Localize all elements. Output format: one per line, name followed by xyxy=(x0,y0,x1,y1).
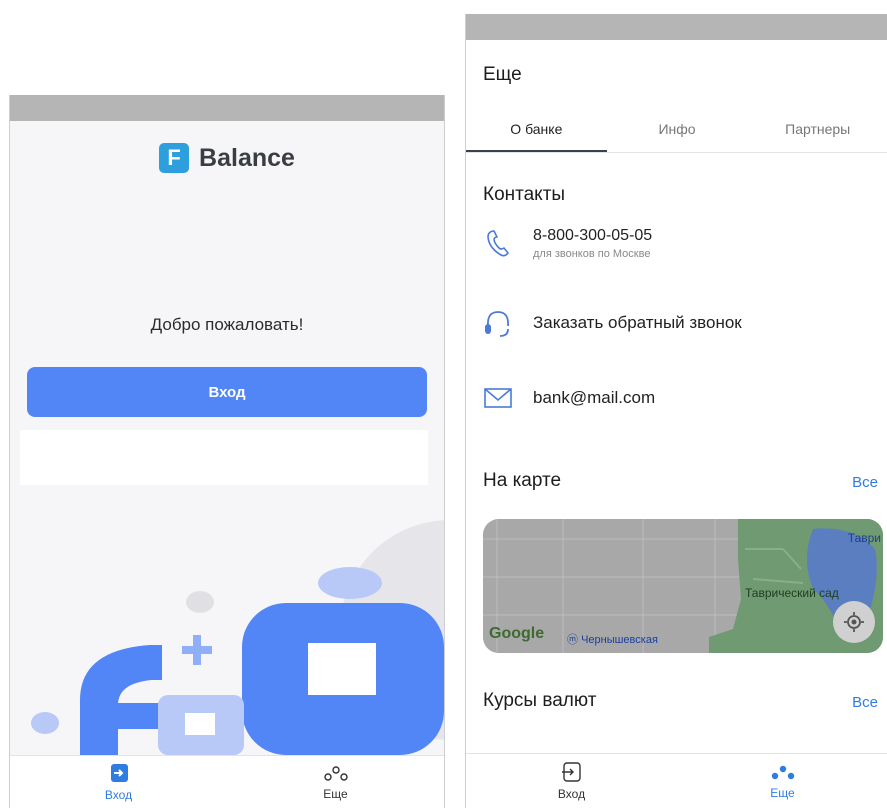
locate-me-button[interactable] xyxy=(833,601,875,643)
status-bar xyxy=(466,14,887,40)
more-screen: Еще О банке Инфо Партнеры Контакты 8-800… xyxy=(465,14,887,808)
bottom-navigation: Вход Еще xyxy=(466,753,887,808)
welcome-illustration xyxy=(31,520,444,755)
phone-note: для звонков по Москве xyxy=(533,247,651,260)
rates-see-all-link[interactable]: Все xyxy=(852,694,878,711)
nav-item-more[interactable]: Еще xyxy=(677,754,887,808)
nav-label-more: Еще xyxy=(323,787,348,801)
brand-name: Balance xyxy=(199,143,295,172)
brand-logo-icon: F xyxy=(159,143,190,173)
login-icon xyxy=(110,764,128,782)
map-street-label: Таври xyxy=(847,531,881,545)
rates-title: Курсы валют xyxy=(483,690,597,711)
more-icon xyxy=(771,765,794,780)
nav-item-more[interactable]: Еще xyxy=(227,756,444,808)
brand-header: F Balance xyxy=(10,143,444,173)
tab-info[interactable]: Инфо xyxy=(607,112,748,152)
map-metro-label: ⓜ Чернышевская xyxy=(567,631,658,647)
bottom-navigation: Вход Еще xyxy=(10,755,444,808)
nav-label-more: Еще xyxy=(770,786,795,800)
metro-icon: ⓜ xyxy=(567,634,578,646)
email-contact[interactable]: bank@mail.com xyxy=(481,381,655,415)
metro-station-name: Чернышевская xyxy=(581,634,658,646)
contacts-title: Контакты xyxy=(483,184,566,205)
login-icon xyxy=(561,762,581,782)
login-screen: F Balance Добро пожаловать! Вход Вход Ещ… xyxy=(9,95,445,808)
map-widget[interactable]: Таври Таврический сад Google ⓜ Чернышевс… xyxy=(483,519,883,653)
tab-about-bank[interactable]: О банке xyxy=(466,112,607,152)
nav-item-login[interactable]: Вход xyxy=(466,754,677,808)
nav-item-login[interactable]: Вход xyxy=(10,756,227,808)
headset-icon xyxy=(481,306,515,340)
tab-bar: О банке Инфо Партнеры xyxy=(466,112,887,153)
email-address: bank@mail.com xyxy=(533,388,656,407)
phone-icon xyxy=(481,226,515,260)
more-icon xyxy=(323,766,348,781)
status-bar xyxy=(10,95,444,121)
google-logo: Google xyxy=(489,625,545,642)
map-park-label: Таврический сад xyxy=(745,586,839,600)
welcome-text: Добро пожаловать! xyxy=(150,315,304,334)
callback-label: Заказать обратный звонок xyxy=(533,313,742,332)
nav-label-login: Вход xyxy=(104,788,133,802)
mail-icon xyxy=(481,381,515,415)
crosshair-icon xyxy=(844,612,864,632)
map-see-all-link[interactable]: Все xyxy=(852,474,878,491)
login-button[interactable]: Вход xyxy=(27,367,427,417)
map-title: На карте xyxy=(483,470,562,491)
phone-number: 8-800-300-05-05 xyxy=(533,226,653,244)
page-title: Еще xyxy=(483,64,522,85)
callback-request[interactable]: Заказать обратный звонок xyxy=(481,306,742,340)
nav-label-login: Вход xyxy=(557,787,586,801)
tab-partners[interactable]: Партнеры xyxy=(747,112,887,152)
phone-contact[interactable]: 8-800-300-05-05 для звонков по Москве xyxy=(481,226,652,260)
